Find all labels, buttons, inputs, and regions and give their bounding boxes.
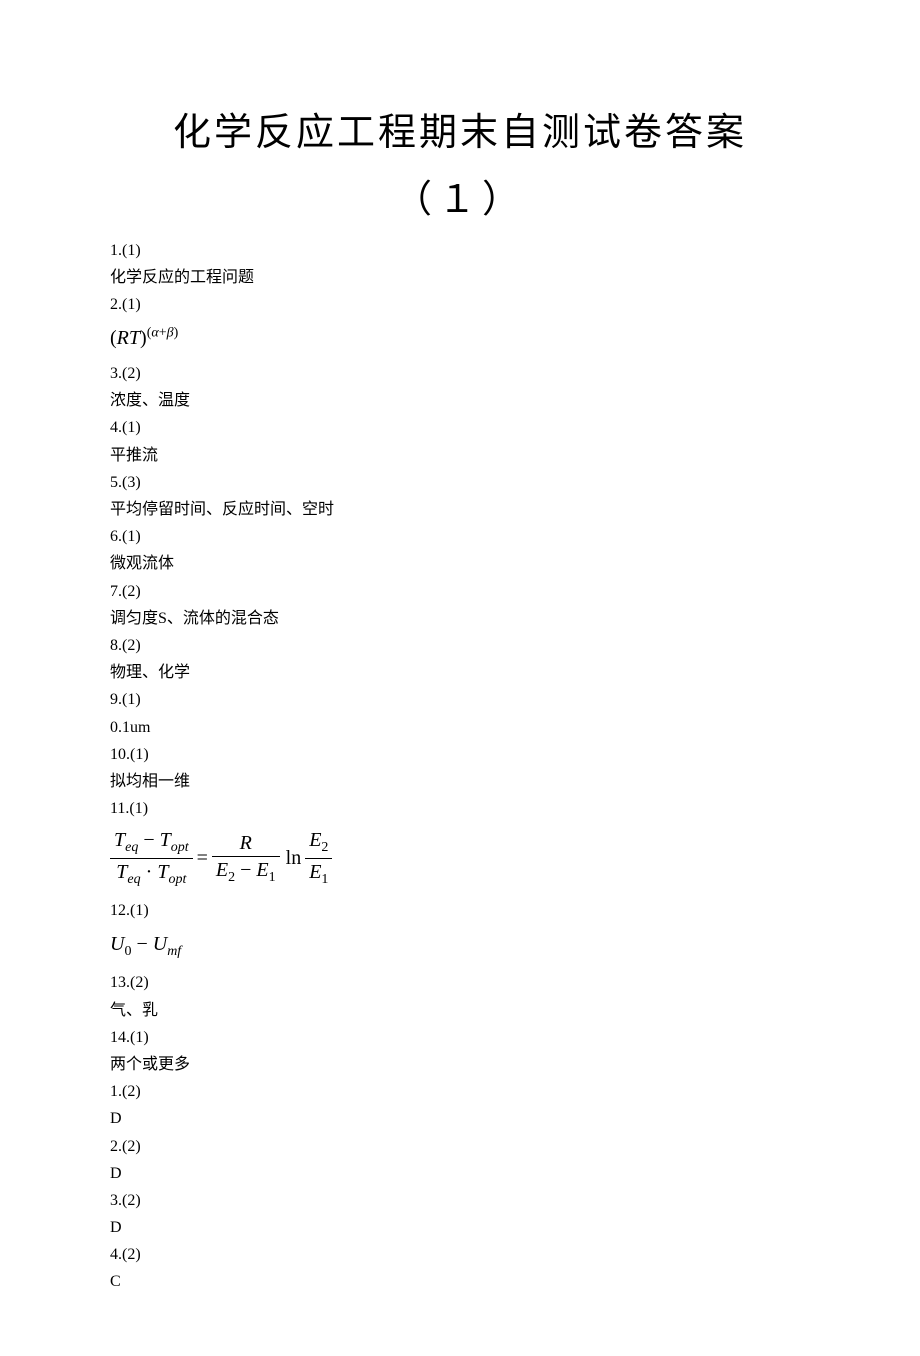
item-answer-formula: (RT)(α+β) [110, 322, 810, 354]
item-number: 2.(1) [110, 291, 810, 318]
item-answer: D [110, 1105, 810, 1132]
item-answer: 拟均相一维 [110, 768, 810, 795]
item-answer: C [110, 1268, 810, 1295]
item-number: 1.(2) [110, 1078, 810, 1105]
item-number: 4.(2) [110, 1241, 810, 1268]
item-number: 13.(2) [110, 969, 810, 996]
item-answer: 0.1um [110, 714, 810, 741]
item-number: 14.(1) [110, 1024, 810, 1051]
item-answer: 微观流体 [110, 550, 810, 577]
page-subtitle: （１） [110, 168, 810, 223]
item-answer: 调匀度S、流体的混合态 [110, 605, 810, 632]
item-answer-formula: U0 − Umf [110, 928, 810, 963]
item-answer: 气、乳 [110, 997, 810, 1024]
item-number: 3.(2) [110, 360, 810, 387]
item-number: 6.(1) [110, 523, 810, 550]
item-number: 5.(3) [110, 469, 810, 496]
item-answer-formula: Teq − Topt Teq · Topt = R E2 − E1 ln E2 … [110, 828, 810, 889]
item-number: 3.(2) [110, 1187, 810, 1214]
item-answer: 两个或更多 [110, 1051, 810, 1078]
item-number: 2.(2) [110, 1133, 810, 1160]
item-number: 4.(1) [110, 414, 810, 441]
item-answer: 物理、化学 [110, 659, 810, 686]
item-number: 11.(1) [110, 795, 810, 822]
item-number: 8.(2) [110, 632, 810, 659]
item-number: 10.(1) [110, 741, 810, 768]
item-answer: 化学反应的工程问题 [110, 264, 810, 291]
page-title: 化学反应工程期末自测试卷答案 [110, 110, 810, 158]
item-number: 12.(1) [110, 897, 810, 924]
item-answer: D [110, 1160, 810, 1187]
item-answer: 浓度、温度 [110, 387, 810, 414]
item-number: 7.(2) [110, 578, 810, 605]
document-page: 化学反应工程期末自测试卷答案 （１） 1.(1) 化学反应的工程问题 2.(1)… [0, 0, 920, 1356]
item-number: 9.(1) [110, 686, 810, 713]
item-number: 1.(1) [110, 237, 810, 264]
item-answer: 平推流 [110, 442, 810, 469]
item-answer: D [110, 1214, 810, 1241]
item-answer: 平均停留时间、反应时间、空时 [110, 496, 810, 523]
